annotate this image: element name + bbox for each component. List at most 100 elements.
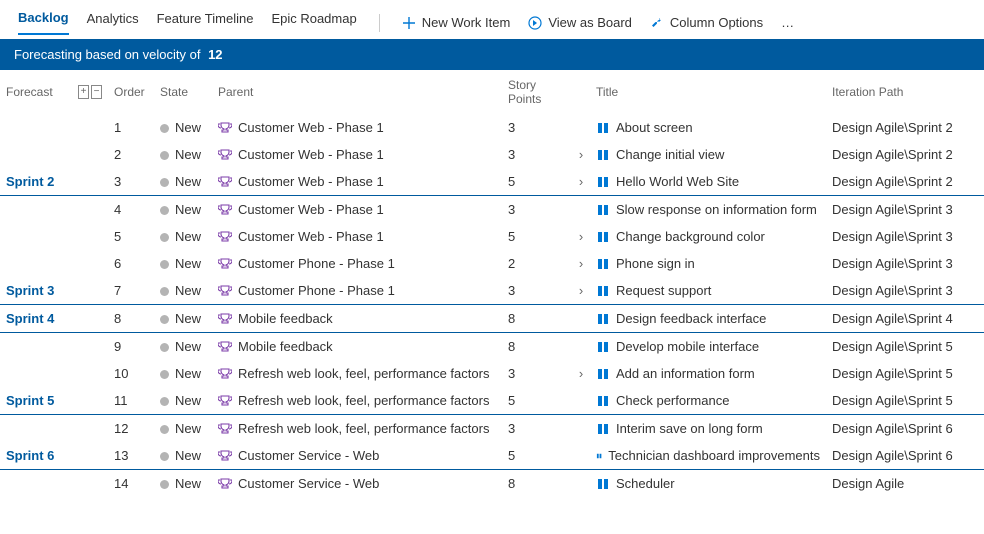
iteration-cell: Design Agile\Sprint 3 xyxy=(826,223,984,250)
expand-chevron xyxy=(572,387,590,415)
sp-cell: 3 xyxy=(502,360,572,387)
expand-chevron xyxy=(572,196,590,224)
parent-cell[interactable]: Mobile feedback xyxy=(212,333,502,361)
expand-chevron[interactable]: › xyxy=(572,250,590,277)
table-row[interactable]: 9NewMobile feedback8Develop mobile inter… xyxy=(0,333,984,361)
col-title[interactable]: Title xyxy=(590,70,826,114)
table-row[interactable]: 12NewRefresh web look, feel, performance… xyxy=(0,415,984,443)
title-cell[interactable]: Technician dashboard improvements xyxy=(590,442,826,470)
title-cell[interactable]: Check performance xyxy=(590,387,826,415)
parent-cell[interactable]: Customer Web - Phase 1 xyxy=(212,114,502,141)
col-parent[interactable]: Parent xyxy=(212,70,502,114)
pbi-icon xyxy=(596,367,610,381)
state-dot-icon xyxy=(160,315,169,324)
state-dot-icon xyxy=(160,206,169,215)
tab-analytics[interactable]: Analytics xyxy=(87,11,139,34)
parent-cell[interactable]: Customer Phone - Phase 1 xyxy=(212,277,502,305)
state-dot-icon xyxy=(160,124,169,133)
col-sp[interactable]: Story Points xyxy=(502,70,572,114)
sp-cell: 5 xyxy=(502,168,572,196)
expand-chevron[interactable]: › xyxy=(572,141,590,168)
title-cell[interactable]: Change background color xyxy=(590,223,826,250)
state-cell: New xyxy=(154,168,212,196)
parent-cell[interactable]: Refresh web look, feel, performance fact… xyxy=(212,387,502,415)
title-cell[interactable]: Design feedback interface xyxy=(590,305,826,333)
title-cell[interactable]: Develop mobile interface xyxy=(590,333,826,361)
table-row[interactable]: Sprint 511NewRefresh web look, feel, per… xyxy=(0,387,984,415)
iteration-cell: Design Agile\Sprint 3 xyxy=(826,277,984,305)
sp-cell: 3 xyxy=(502,114,572,141)
trophy-icon xyxy=(218,148,232,162)
col-forecast[interactable]: Forecast xyxy=(0,70,72,114)
sp-cell: 5 xyxy=(502,442,572,470)
tab-feature-timeline[interactable]: Feature Timeline xyxy=(157,11,254,34)
col-order[interactable]: Order xyxy=(108,70,154,114)
expand-chevron[interactable]: › xyxy=(572,223,590,250)
table-row[interactable]: Sprint 37NewCustomer Phone - Phase 13›Re… xyxy=(0,277,984,305)
title-cell[interactable]: Scheduler xyxy=(590,470,826,498)
expand-chevron[interactable]: › xyxy=(572,168,590,196)
expand-all-button[interactable]: + xyxy=(78,85,89,99)
table-row[interactable]: Sprint 23NewCustomer Web - Phase 15›Hell… xyxy=(0,168,984,196)
table-row[interactable]: 5NewCustomer Web - Phase 15›Change backg… xyxy=(0,223,984,250)
table-row[interactable]: Sprint 48NewMobile feedback8Design feedb… xyxy=(0,305,984,333)
tab-epic-roadmap[interactable]: Epic Roadmap xyxy=(271,11,356,34)
pbi-icon xyxy=(596,257,610,271)
overflow-menu[interactable]: … xyxy=(781,15,794,30)
trophy-icon xyxy=(218,477,232,491)
parent-cell[interactable]: Customer Web - Phase 1 xyxy=(212,141,502,168)
expand-chevron[interactable]: › xyxy=(572,360,590,387)
pbi-icon xyxy=(596,284,610,298)
collapse-all-button[interactable]: − xyxy=(91,85,102,99)
parent-cell[interactable]: Refresh web look, feel, performance fact… xyxy=(212,415,502,443)
expand-chevron xyxy=(572,305,590,333)
title-cell[interactable]: Interim save on long form xyxy=(590,415,826,443)
table-row[interactable]: Sprint 613NewCustomer Service - Web5Tech… xyxy=(0,442,984,470)
forecast-cell: Sprint 3 xyxy=(0,277,72,305)
new-work-item-button[interactable]: New Work Item xyxy=(402,15,511,30)
forecast-cell xyxy=(0,470,72,498)
expand-chevron[interactable]: › xyxy=(572,277,590,305)
col-state[interactable]: State xyxy=(154,70,212,114)
order-cell: 6 xyxy=(108,250,154,277)
title-cell[interactable]: Change initial view xyxy=(590,141,826,168)
view-as-board-button[interactable]: View as Board xyxy=(528,15,632,30)
parent-cell[interactable]: Customer Service - Web xyxy=(212,442,502,470)
forecast-cell xyxy=(0,114,72,141)
title-cell[interactable]: Phone sign in xyxy=(590,250,826,277)
title-cell[interactable]: Add an information form xyxy=(590,360,826,387)
column-options-button[interactable]: Column Options xyxy=(650,15,763,30)
table-row[interactable]: 14NewCustomer Service - Web8SchedulerDes… xyxy=(0,470,984,498)
title-cell[interactable]: About screen xyxy=(590,114,826,141)
parent-cell[interactable]: Customer Web - Phase 1 xyxy=(212,168,502,196)
forecast-cell xyxy=(0,250,72,277)
title-cell[interactable]: Request support xyxy=(590,277,826,305)
state-cell: New xyxy=(154,360,212,387)
table-row[interactable]: 1NewCustomer Web - Phase 13About screenD… xyxy=(0,114,984,141)
tab-backlog[interactable]: Backlog xyxy=(18,10,69,35)
expand-chevron xyxy=(572,415,590,443)
expand-chevron xyxy=(572,470,590,498)
banner-velocity: 12 xyxy=(208,47,222,62)
pbi-icon xyxy=(596,340,610,354)
state-cell: New xyxy=(154,196,212,224)
sp-cell: 8 xyxy=(502,470,572,498)
wrench-icon xyxy=(650,16,664,30)
parent-cell[interactable]: Refresh web look, feel, performance fact… xyxy=(212,360,502,387)
parent-cell[interactable]: Mobile feedback xyxy=(212,305,502,333)
table-row[interactable]: 10NewRefresh web look, feel, performance… xyxy=(0,360,984,387)
table-row[interactable]: 2NewCustomer Web - Phase 13›Change initi… xyxy=(0,141,984,168)
table-row[interactable]: 6NewCustomer Phone - Phase 12›Phone sign… xyxy=(0,250,984,277)
state-dot-icon xyxy=(160,151,169,160)
parent-cell[interactable]: Customer Web - Phase 1 xyxy=(212,223,502,250)
col-iter[interactable]: Iteration Path xyxy=(826,70,984,114)
parent-cell[interactable]: Customer Service - Web xyxy=(212,470,502,498)
parent-cell[interactable]: Customer Web - Phase 1 xyxy=(212,196,502,224)
pbi-icon xyxy=(596,148,610,162)
table-row[interactable]: 4NewCustomer Web - Phase 13Slow response… xyxy=(0,196,984,224)
state-cell: New xyxy=(154,333,212,361)
pbi-icon xyxy=(596,175,610,189)
title-cell[interactable]: Slow response on information form xyxy=(590,196,826,224)
title-cell[interactable]: Hello World Web Site xyxy=(590,168,826,196)
parent-cell[interactable]: Customer Phone - Phase 1 xyxy=(212,250,502,277)
